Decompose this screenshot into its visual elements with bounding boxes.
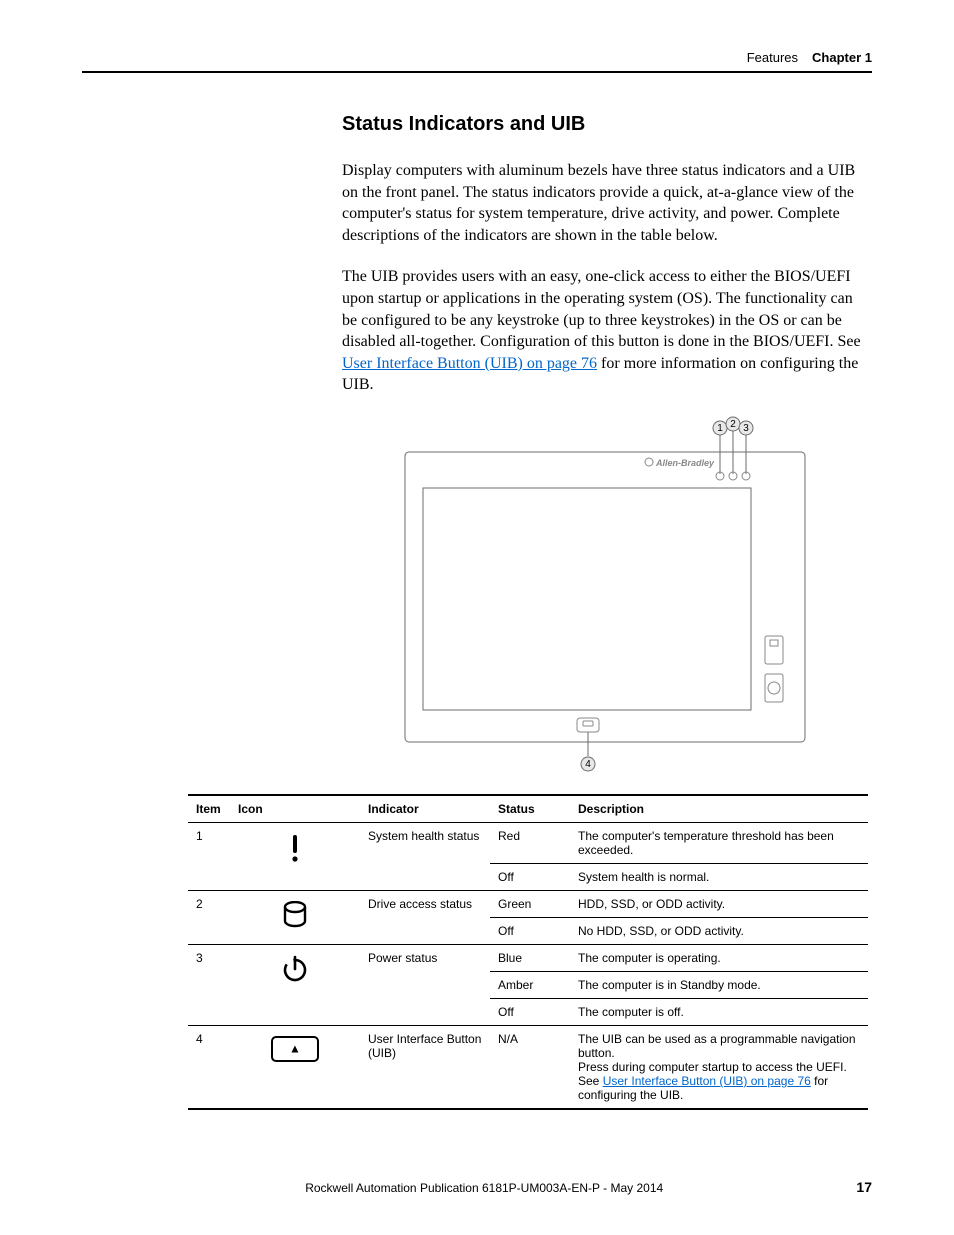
cell-stat-4: N/A	[490, 1025, 570, 1109]
footer-page-number: 17	[856, 1179, 872, 1195]
brand-label: Allen-Bradley	[655, 458, 715, 468]
cell-item-2: 2	[188, 890, 230, 944]
front-panel-diagram: 1 2 3 Allen-Bradley	[395, 416, 815, 776]
cell-stat-2a: Green	[490, 890, 570, 917]
cell-stat-3b: Amber	[490, 971, 570, 998]
page-header: Features Chapter 1	[82, 50, 872, 73]
paragraph-2: The UIB provides users with an easy, one…	[342, 266, 868, 396]
cell-stat-1a: Red	[490, 822, 570, 863]
p2-text-a: The UIB provides users with an easy, one…	[342, 268, 861, 350]
cell-item-1: 1	[188, 822, 230, 890]
callout-1: 1	[717, 423, 723, 434]
page-footer: Rockwell Automation Publication 6181P-UM…	[82, 1179, 872, 1195]
cell-stat-1b: Off	[490, 863, 570, 890]
th-item: Item	[188, 795, 230, 823]
cell-desc-3b: The computer is in Standby mode.	[570, 971, 868, 998]
cell-desc-3c: The computer is off.	[570, 998, 868, 1025]
r4-line1: The UIB can be used as a programmable na…	[578, 1032, 856, 1060]
drive-icon	[230, 890, 360, 944]
callout-4: 4	[585, 759, 591, 770]
callout-3: 3	[743, 423, 749, 434]
cell-ind-3: Power status	[360, 944, 490, 1025]
callout-2: 2	[730, 419, 736, 430]
cell-stat-3a: Blue	[490, 944, 570, 971]
header-chapter: Chapter 1	[812, 50, 872, 65]
r4-line2: Press during computer startup to access …	[578, 1060, 847, 1074]
power-icon	[230, 944, 360, 1025]
cell-item-3: 3	[188, 944, 230, 1025]
th-indicator: Indicator	[360, 795, 490, 823]
cell-ind-1: System health status	[360, 822, 490, 890]
cell-desc-4: The UIB can be used as a programmable na…	[570, 1025, 868, 1109]
cell-desc-1b: System health is normal.	[570, 863, 868, 890]
cell-stat-2b: Off	[490, 917, 570, 944]
cell-desc-1a: The computer's temperature threshold has…	[570, 822, 868, 863]
footer-publication: Rockwell Automation Publication 6181P-UM…	[112, 1181, 856, 1195]
th-status: Status	[490, 795, 570, 823]
indicators-table: Item Icon Indicator Status Description 1…	[188, 794, 868, 1110]
header-section: Features	[747, 50, 798, 65]
cell-ind-4: User Interface Button (UIB)	[360, 1025, 490, 1109]
r4-line3a: See	[578, 1074, 603, 1088]
uib-button-icon	[230, 1025, 360, 1109]
section-title: Status Indicators and UIB	[342, 113, 868, 136]
th-description: Description	[570, 795, 868, 823]
cell-desc-3a: The computer is operating.	[570, 944, 868, 971]
uib-page-link-table[interactable]: User Interface Button (UIB) on page 76	[603, 1074, 811, 1088]
paragraph-1: Display computers with aluminum bezels h…	[342, 160, 868, 246]
exclamation-icon	[230, 822, 360, 890]
cell-desc-2a: HDD, SSD, or ODD activity.	[570, 890, 868, 917]
uib-page-link[interactable]: User Interface Button (UIB) on page 76	[342, 355, 597, 372]
cell-item-4: 4	[188, 1025, 230, 1109]
cell-stat-3c: Off	[490, 998, 570, 1025]
cell-desc-2b: No HDD, SSD, or ODD activity.	[570, 917, 868, 944]
th-icon: Icon	[230, 795, 360, 823]
cell-ind-2: Drive access status	[360, 890, 490, 944]
